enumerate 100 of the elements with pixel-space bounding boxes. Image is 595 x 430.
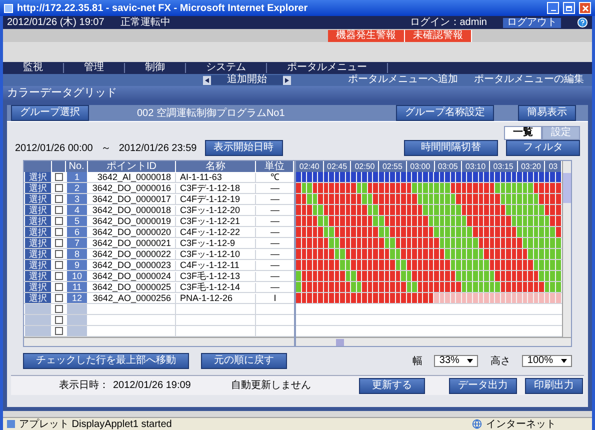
display-time-label: 表示日時：: [59, 378, 109, 393]
select-button[interactable]: 選択: [25, 205, 51, 215]
name-cell: C3Fッ-1-12-10: [176, 250, 256, 258]
row-checkbox[interactable]: [55, 283, 63, 291]
toolbar-button[interactable]: フィルタ: [506, 140, 580, 156]
select-button[interactable]: 選択: [25, 271, 51, 281]
output-button[interactable]: 印刷出力: [524, 378, 583, 394]
column-header: 単位: [256, 161, 294, 172]
height-select[interactable]: 100%: [522, 355, 572, 367]
grid-scrollbar[interactable]: [296, 337, 571, 346]
select-button[interactable]: 選択: [25, 194, 51, 204]
point-id-cell: 3642_DO_0000019: [88, 216, 176, 226]
row-checkbox[interactable]: [55, 272, 63, 280]
view-tab[interactable]: 一覧: [504, 126, 542, 140]
point-id-cell: 3642_DO_0000022: [88, 250, 176, 258]
nav-item[interactable]: 監視: [3, 63, 64, 73]
point-id-cell: 3642_DO_0000020: [88, 228, 176, 236]
close-button[interactable]: [579, 2, 591, 14]
range-separator: ～: [100, 142, 111, 156]
select-button[interactable]: 選択: [25, 172, 51, 182]
select-button[interactable]: 選択: [25, 216, 51, 226]
output-button[interactable]: データ出力: [448, 378, 517, 394]
nav-item[interactable]: システム: [186, 63, 267, 73]
nav-item[interactable]: 制御: [125, 63, 186, 73]
browser-icon: [4, 4, 13, 12]
name-cell: C3F毛-1-12-14: [176, 282, 256, 292]
start-time-button[interactable]: 表示開始日時: [204, 140, 283, 156]
close-icon: [582, 4, 588, 12]
row-checkbox[interactable]: [55, 228, 63, 236]
row-number: 12: [67, 293, 87, 303]
portal-link[interactable]: ポータルメニューの編集: [466, 75, 592, 85]
next-button[interactable]: [283, 76, 291, 84]
width-select[interactable]: 33%: [434, 355, 478, 367]
portal-link[interactable]: ポータルメニューへ追加: [340, 75, 466, 85]
height-label: 高さ: [490, 354, 510, 368]
row-number: 6: [67, 227, 87, 237]
name-cell: C3Fデ-1-12-18: [176, 184, 256, 192]
zone-text: インターネット: [486, 418, 557, 430]
unit-cell-text: —: [270, 184, 280, 192]
row-checkbox[interactable]: [55, 294, 63, 302]
group-select-button[interactable]: グループ選択: [11, 105, 89, 121]
point-id-cell: 3642_AI_0000018: [88, 172, 176, 182]
alarm-tab[interactable]: 機器発生警報: [328, 30, 405, 42]
select-button[interactable]: 選択: [25, 293, 51, 303]
vertical-scrollbar[interactable]: [562, 161, 571, 337]
unit-cell-text: —: [270, 216, 280, 226]
row-number: [67, 326, 87, 336]
point-id-cell: 3642_DO_0000024: [88, 272, 176, 280]
minimize-button[interactable]: [547, 2, 559, 14]
select-button[interactable]: 選択: [25, 183, 51, 193]
name-cell: PNA-1-12-26: [176, 294, 256, 302]
point-id-cell: 3642_DO_0000025: [88, 282, 176, 292]
row-checkbox[interactable]: [55, 173, 63, 181]
maximize-button[interactable]: [563, 2, 575, 14]
unit-cell-text: I: [272, 294, 278, 302]
unit-cell-text: —: [270, 272, 280, 280]
row-checkbox[interactable]: [55, 250, 63, 258]
select-button[interactable]: 選択: [25, 282, 51, 292]
group-bar-button[interactable]: 簡易表示: [518, 105, 576, 121]
group-bar-button[interactable]: グループ名称設定: [396, 105, 494, 121]
nav-item[interactable]: 管理: [64, 63, 125, 73]
unit-cell-text: —: [270, 282, 280, 292]
select-button[interactable]: 選択: [25, 227, 51, 237]
row-checkbox[interactable]: [55, 184, 63, 192]
row-checkbox[interactable]: [55, 217, 63, 225]
refresh-button[interactable]: 更新する: [358, 378, 425, 394]
row-checkbox[interactable]: [55, 261, 63, 269]
unit-cell-text: —: [270, 194, 280, 204]
dropdown-arrow-icon: [561, 359, 567, 363]
row-checkbox[interactable]: [55, 239, 63, 247]
nav-item[interactable]: ポータルメニュー: [267, 63, 388, 73]
unit-cell-text: —: [270, 238, 280, 248]
window-title: http://172.22.35.81 - savic-net FX - Microsoft Internet Explorer: [17, 2, 309, 16]
point-id-cell: 3642_DO_0000017: [88, 194, 176, 204]
row-checkbox[interactable]: [55, 305, 63, 313]
select-button[interactable]: 選択: [25, 238, 51, 248]
unit-cell-text: ℃: [270, 172, 280, 182]
select-button[interactable]: 選択: [25, 249, 51, 259]
row-checkbox[interactable]: [55, 206, 63, 214]
name-cell: C3Fッ-1-12-21: [176, 216, 256, 226]
point-id-cell: 3642_DO_0000018: [88, 206, 176, 214]
row-checkbox[interactable]: [55, 316, 63, 324]
name-cell: C4Fッ-1-12-11: [176, 260, 256, 270]
name-cell: C3F毛-1-12-13: [176, 272, 256, 280]
end-datetime: 2012/01/26 23:59: [118, 142, 197, 156]
row-number: 8: [67, 249, 87, 259]
horizontal-scrollbar[interactable]: [24, 337, 294, 346]
row-order-button[interactable]: チェックした行を最上部へ移動: [23, 353, 189, 369]
alarm-tab[interactable]: 未確認警報: [405, 30, 472, 42]
point-id-cell: 3642_DO_0000016: [88, 184, 176, 192]
row-order-button[interactable]: 元の順に戻す: [201, 353, 287, 369]
toolbar-button[interactable]: 時間間隔切替: [404, 140, 498, 156]
logout-button[interactable]: ログアウト: [503, 18, 561, 28]
select-button[interactable]: 選択: [25, 260, 51, 270]
row-checkbox[interactable]: [55, 327, 63, 335]
help-icon[interactable]: [577, 17, 588, 28]
row-number: [67, 304, 87, 314]
row-checkbox[interactable]: [55, 195, 63, 203]
prev-button[interactable]: [203, 76, 211, 84]
login-user: ログイン：admin: [410, 16, 487, 30]
